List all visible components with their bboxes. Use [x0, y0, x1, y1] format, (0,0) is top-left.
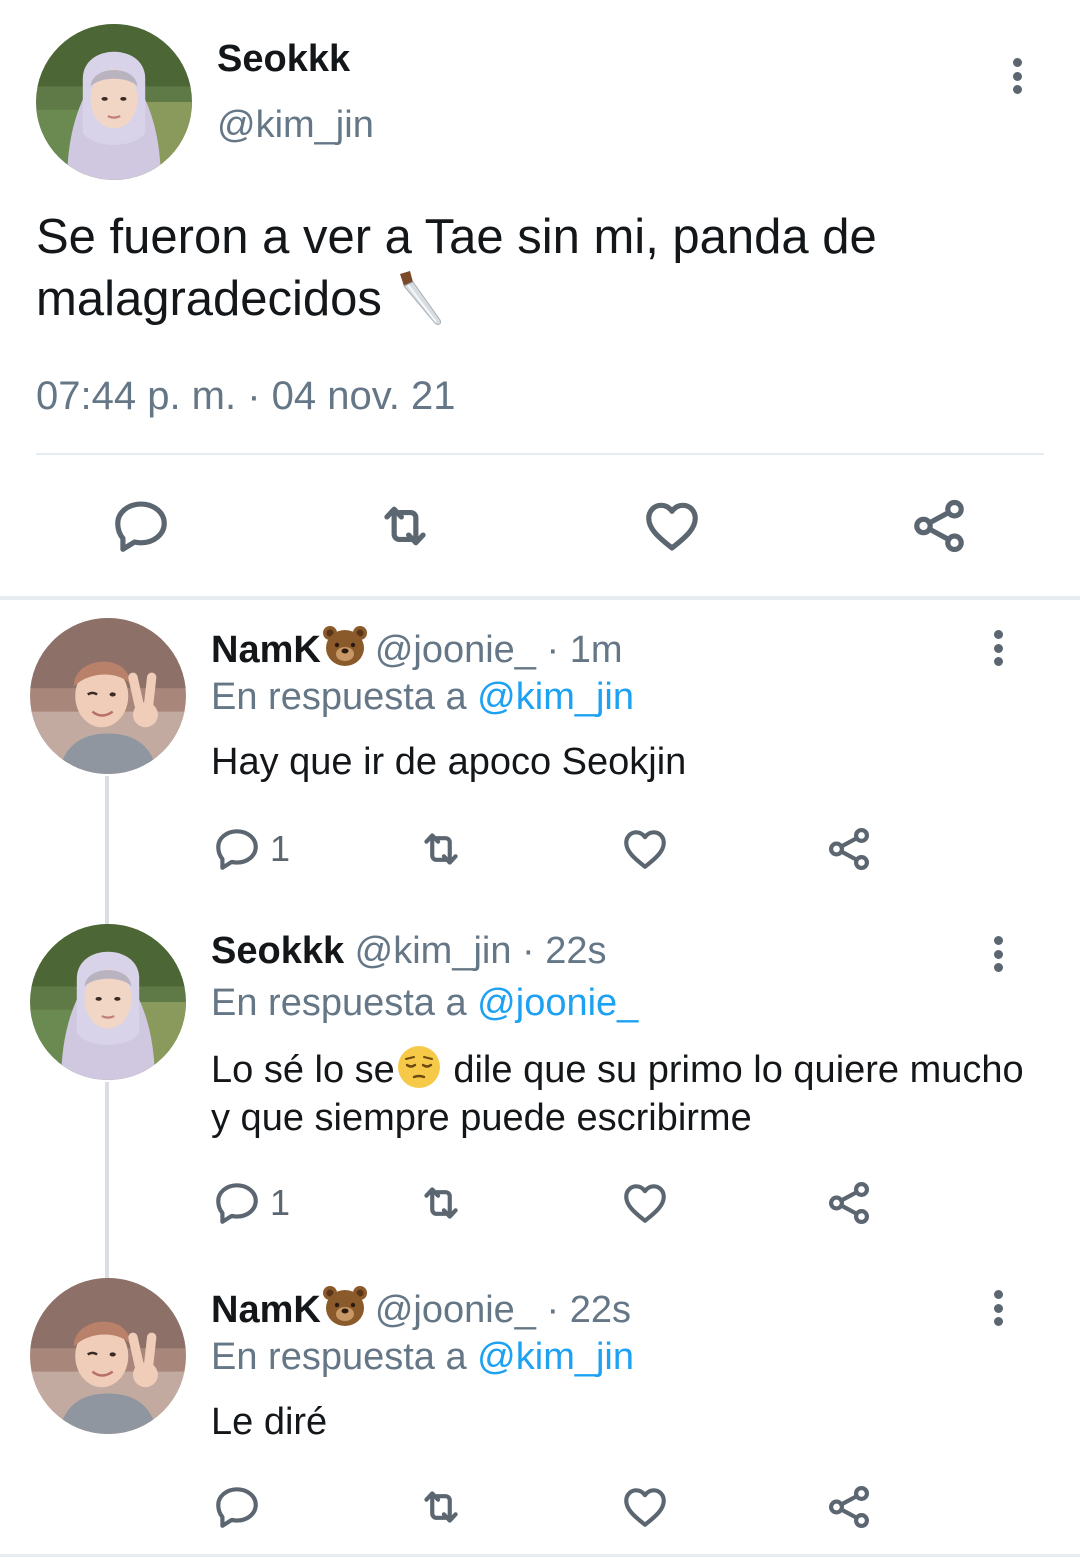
retweet-icon — [416, 824, 466, 874]
like-icon — [641, 495, 703, 557]
reply-count: 1 — [270, 1182, 291, 1223]
more-options-icon[interactable] — [997, 54, 1037, 98]
bear-emoji-icon — [321, 1284, 369, 1328]
divider — [36, 453, 1044, 455]
reply-to-line: En respuesta a @kim_jin — [211, 676, 634, 719]
reply-to-link[interactable]: @kim_jin — [477, 1336, 634, 1378]
reply-to-prefix: En respuesta a — [211, 1336, 478, 1378]
author-handle[interactable]: @joonie_ — [375, 1289, 536, 1331]
bottom-separator — [0, 1554, 1080, 1557]
reply-to-link[interactable]: @joonie_ — [477, 982, 638, 1024]
author-name[interactable]: NamK — [211, 1289, 321, 1331]
tweet-actions — [0, 495, 1080, 559]
avatar[interactable] — [36, 24, 192, 180]
reply-button[interactable] — [110, 495, 172, 557]
reply-count: 1 — [270, 828, 291, 869]
more-options-icon[interactable] — [978, 1286, 1018, 1330]
reply-tweet[interactable]: NamK @joonie_ · 1m En respuesta a @kim_ji… — [0, 600, 1080, 920]
more-options-icon[interactable] — [978, 932, 1018, 976]
like-button[interactable] — [641, 495, 703, 557]
reply-time: · 1m — [546, 629, 623, 671]
author-name[interactable]: Seokkk — [211, 930, 344, 972]
like-button[interactable] — [620, 1178, 670, 1228]
retweet-button[interactable] — [416, 824, 466, 874]
reply-to-line: En respuesta a @joonie_ — [211, 982, 638, 1025]
reply-button[interactable]: 1 — [212, 1178, 290, 1228]
reply-to-link[interactable]: @kim_jin — [477, 676, 634, 718]
reply-time: · 22s — [546, 1289, 631, 1331]
author-name[interactable]: NamK — [211, 629, 321, 671]
avatar[interactable] — [30, 618, 186, 774]
avatar[interactable] — [30, 1278, 186, 1434]
reply-tweet[interactable]: NamK @joonie_ · 22s En respuesta a @kim_j… — [0, 1260, 1080, 1554]
more-options-icon[interactable] — [978, 626, 1018, 670]
share-icon — [824, 1482, 874, 1532]
knife-emoji-icon — [382, 268, 448, 330]
like-button[interactable] — [620, 1482, 670, 1532]
retweet-icon — [374, 495, 436, 557]
tweet-text: Se fueron a ver a Tae sin mi, panda de m… — [36, 206, 1046, 330]
reply-to-line: En respuesta a @kim_jin — [211, 1336, 634, 1379]
bear-emoji-icon — [321, 624, 369, 668]
share-icon — [908, 495, 970, 557]
reply-time: · 22s — [522, 930, 607, 972]
retweet-icon — [416, 1482, 466, 1532]
author-handle[interactable]: @joonie_ — [375, 629, 536, 671]
reply-tweet[interactable]: Seokkk @kim_jin · 22s En respuesta a @jo… — [0, 906, 1080, 1266]
reply-icon — [212, 1178, 262, 1228]
reply-header: Seokkk @kim_jin · 22s — [211, 930, 607, 973]
reply-text: Le diré — [211, 1401, 328, 1443]
author-name[interactable]: Seokkk — [217, 38, 350, 81]
like-icon — [620, 1178, 670, 1228]
reply-to-prefix: En respuesta a — [211, 676, 478, 718]
reply-text-part: Lo sé lo se — [211, 1049, 395, 1091]
reply-icon — [212, 824, 262, 874]
tweet-timestamp[interactable]: 07:44 p. m. · 04 nov. 21 — [36, 374, 456, 419]
retweet-icon — [416, 1178, 466, 1228]
retweet-button[interactable] — [416, 1178, 466, 1228]
reply-header: NamK @joonie_ · 1m — [211, 624, 623, 672]
like-icon — [620, 824, 670, 874]
reply-to-prefix: En respuesta a — [211, 982, 478, 1024]
like-button[interactable] — [620, 824, 670, 874]
share-button[interactable] — [824, 1482, 874, 1532]
reply-icon — [212, 1482, 262, 1532]
share-icon — [824, 824, 874, 874]
author-handle[interactable]: @kim_jin — [355, 930, 512, 972]
author-handle[interactable]: @kim_jin — [217, 104, 374, 147]
retweet-button[interactable] — [416, 1482, 466, 1532]
reply-text: Hay que ir de apoco Seokjin — [211, 741, 687, 783]
retweet-button[interactable] — [374, 495, 436, 557]
tweet-text-content: Se fueron a ver a Tae sin mi, panda de m… — [36, 210, 877, 326]
share-button[interactable] — [908, 495, 970, 557]
reply-text: Lo sé lo se dile que su primo lo quiere … — [211, 1044, 1031, 1142]
reply-button[interactable]: 1 — [212, 824, 290, 874]
share-button[interactable] — [824, 824, 874, 874]
share-button[interactable] — [824, 1178, 874, 1228]
pensive-face-emoji-icon — [395, 1044, 443, 1090]
reply-header: NamK @joonie_ · 22s — [211, 1284, 631, 1332]
share-icon — [824, 1178, 874, 1228]
avatar[interactable] — [30, 924, 186, 1080]
reply-button[interactable] — [212, 1482, 270, 1532]
main-tweet: Seokkk @kim_jin Se fueron a ver a Tae si… — [0, 0, 1080, 600]
reply-icon — [110, 495, 172, 557]
like-icon — [620, 1482, 670, 1532]
